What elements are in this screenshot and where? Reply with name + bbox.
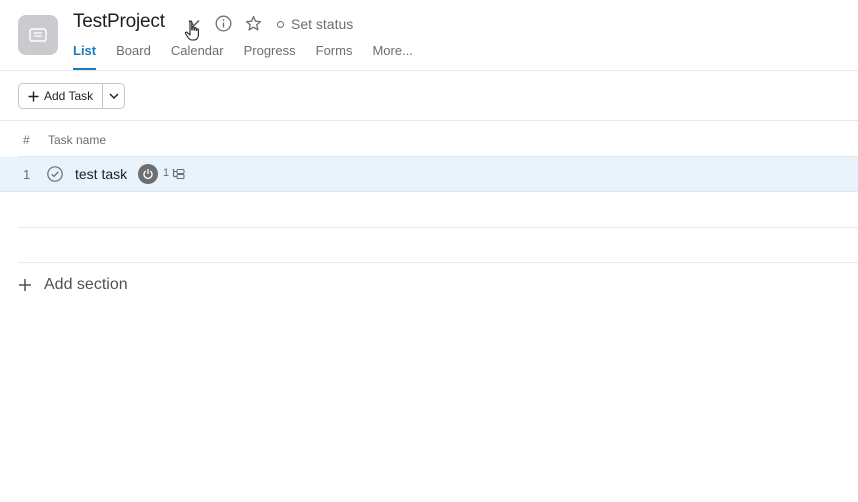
assignee-avatar[interactable] <box>138 164 158 184</box>
plus-icon <box>19 279 31 291</box>
star-icon[interactable] <box>243 13 263 33</box>
list-toolbar: Add Task <box>0 71 858 121</box>
set-status-button[interactable]: Set status <box>277 15 353 33</box>
hand-cursor-icon <box>184 20 202 47</box>
add-task-dropdown-button[interactable] <box>102 84 124 108</box>
add-task-button-group: Add Task <box>18 83 126 109</box>
empty-task-row[interactable] <box>18 193 858 228</box>
tab-more[interactable]: More... <box>372 43 412 70</box>
tab-progress[interactable]: Progress <box>244 43 296 70</box>
add-task-button[interactable]: Add Task <box>19 84 102 108</box>
complete-task-check-icon[interactable] <box>47 166 63 182</box>
empty-task-row[interactable] <box>18 228 858 263</box>
task-table-header: # Task name <box>18 122 858 157</box>
tab-calendar[interactable]: Calendar <box>171 43 224 70</box>
add-section-button[interactable]: Add section <box>18 276 128 294</box>
chevron-down-icon <box>109 93 119 99</box>
column-header-task-name[interactable]: Task name <box>48 133 106 147</box>
column-header-number: # <box>23 133 30 147</box>
info-icon[interactable] <box>213 13 233 33</box>
plus-icon <box>28 91 39 101</box>
tab-board[interactable]: Board <box>116 43 151 70</box>
subtask-count[interactable]: 1 <box>163 167 185 179</box>
project-icon[interactable] <box>18 15 58 55</box>
power-icon <box>143 169 153 179</box>
status-dot-icon <box>277 20 284 28</box>
task-row-number: 1 <box>23 167 31 182</box>
tab-forms[interactable]: Forms <box>316 43 353 70</box>
tab-list[interactable]: List <box>73 43 97 70</box>
project-tabs: List Board Calendar Progress Forms More.… <box>73 43 433 70</box>
subtask-count-value: 1 <box>163 167 170 179</box>
task-name[interactable]: test task <box>75 166 127 182</box>
subtask-icon <box>173 168 185 179</box>
project-header: TestProject Set status List Board Calend… <box>0 0 858 71</box>
table-row[interactable]: 1 test task 1 <box>0 157 858 192</box>
set-status-label: Set status <box>291 16 354 32</box>
project-title[interactable]: TestProject <box>73 11 165 33</box>
add-section-label: Add section <box>44 276 128 293</box>
add-task-label: Add Task <box>44 89 94 103</box>
